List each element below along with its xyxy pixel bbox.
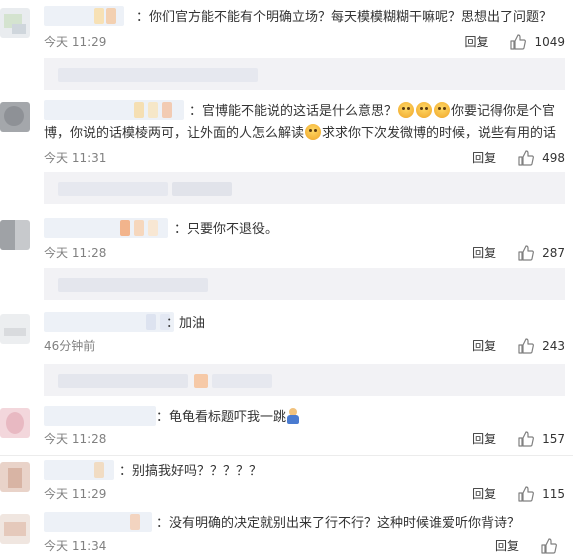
- comment-text: ：官博能不能说的这话是什么意思？ 你要记得你是个官博，你说的话模棱两可，让外面的人…: [44, 102, 557, 141]
- reply-button[interactable]: 回复: [472, 485, 496, 503]
- comment-time: 今天 11:29: [44, 35, 107, 49]
- comment-text: ：你们官方能不能有个明确立场？每天模模糊糊干嘛呢？思想出了问题？: [136, 10, 553, 25]
- comment-actions: 回复 115: [472, 485, 565, 503]
- comment-actions: 回复 1049: [464, 33, 565, 51]
- comment-text: ：没有明确的决定就别出来了行不行？这种时候谁爱听你背诗？: [156, 516, 521, 531]
- comment-text: ：加油: [166, 316, 206, 331]
- like-count: 243: [542, 339, 565, 353]
- comment-time: 今天 11:34: [44, 539, 107, 553]
- like-button[interactable]: 115: [518, 485, 565, 503]
- comment-actions: 回复 287: [472, 244, 565, 262]
- avatar[interactable]: [0, 314, 30, 344]
- smiley-emoji-icon: [398, 102, 415, 118]
- comment-text: ：只要你不退役。: [174, 222, 279, 237]
- like-count: 1049: [534, 35, 565, 49]
- thumbs-up-icon: [541, 538, 557, 554]
- comment-actions: 回复 243: [472, 337, 565, 355]
- comment-item: ：龟龟看标题吓我一跳 今天 11:28 回复 157: [0, 406, 573, 456]
- like-button[interactable]: 243: [518, 337, 565, 355]
- thumbs-up-icon: [518, 431, 535, 447]
- comment-time: 今天 11:28: [44, 432, 107, 446]
- avatar[interactable]: [0, 514, 30, 544]
- avatar[interactable]: [0, 408, 30, 438]
- thumbs-up-icon: [518, 338, 535, 354]
- comment-time: 今天 11:29: [44, 487, 107, 501]
- avatar[interactable]: [0, 220, 30, 250]
- thumbs-up-icon: [510, 34, 527, 50]
- like-button[interactable]: 287: [518, 244, 565, 262]
- like-count: 115: [542, 487, 565, 501]
- comment-text: ：龟龟看标题吓我一跳: [44, 407, 565, 429]
- reply-button[interactable]: 回复: [472, 244, 496, 262]
- reply-button[interactable]: 回复: [495, 537, 519, 555]
- like-button[interactable]: 1049: [510, 33, 565, 51]
- comment-item: ：没有明确的决定就别出来了行不行？这种时候谁爱听你背诗？ 今天 11:34 回复: [0, 512, 573, 556]
- comment-item: ：别搞我好吗？？？？？ 今天 11:29 回复 115: [0, 460, 573, 508]
- comment-item: ：加油 46分钟前 回复 243: [0, 312, 573, 398]
- like-count: 498: [542, 151, 565, 165]
- reply-preview-blurred[interactable]: [44, 58, 565, 90]
- like-count: 287: [542, 246, 565, 260]
- smiley-emoji-icon: [305, 124, 322, 140]
- divider: [0, 455, 573, 456]
- like-count: 157: [542, 432, 565, 446]
- reply-button[interactable]: 回复: [472, 337, 496, 355]
- avatar[interactable]: [0, 102, 30, 132]
- comment-text: ：别搞我好吗？？？？？: [119, 464, 263, 479]
- comment-feed: ：你们官方能不能有个明确立场？每天模模糊糊干嘛呢？思想出了问题？ 今天 11:2…: [0, 0, 573, 556]
- reply-button[interactable]: 回复: [472, 149, 496, 167]
- like-button[interactable]: 157: [518, 430, 565, 448]
- smiley-emoji-icon: [416, 102, 433, 118]
- thumbs-up-icon: [518, 245, 535, 261]
- avatar[interactable]: [0, 462, 30, 492]
- like-button[interactable]: [541, 538, 565, 554]
- comment-actions: 回复 498: [472, 149, 565, 167]
- comment-item: ：你们官方能不能有个明确立场？每天模模糊糊干嘛呢？思想出了问题？ 今天 11:2…: [0, 6, 573, 94]
- reply-preview-blurred[interactable]: [44, 172, 565, 204]
- thumbs-up-icon: [518, 486, 535, 502]
- reply-preview-blurred[interactable]: [44, 364, 565, 396]
- like-button[interactable]: 498: [518, 149, 565, 167]
- smiley-emoji-icon: [434, 102, 451, 118]
- comment-time: 46分钟前: [44, 339, 96, 353]
- comment-item: ：官博能不能说的这话是什么意思？ 你要记得你是个官博，你说的话模棱两可，让外面的人…: [0, 100, 573, 212]
- reply-button[interactable]: 回复: [472, 430, 496, 448]
- person-emoji-icon: [286, 408, 300, 424]
- reply-button[interactable]: 回复: [464, 33, 488, 51]
- comment-actions: 回复 157: [472, 430, 565, 448]
- comment-item: ：只要你不退役。 今天 11:28 回复 287: [0, 218, 573, 304]
- comment-actions: 回复: [495, 537, 565, 555]
- comment-time: 今天 11:31: [44, 151, 107, 165]
- comment-time: 今天 11:28: [44, 246, 107, 260]
- thumbs-up-icon: [518, 150, 535, 166]
- reply-preview-blurred[interactable]: [44, 268, 565, 300]
- avatar[interactable]: [0, 8, 30, 38]
